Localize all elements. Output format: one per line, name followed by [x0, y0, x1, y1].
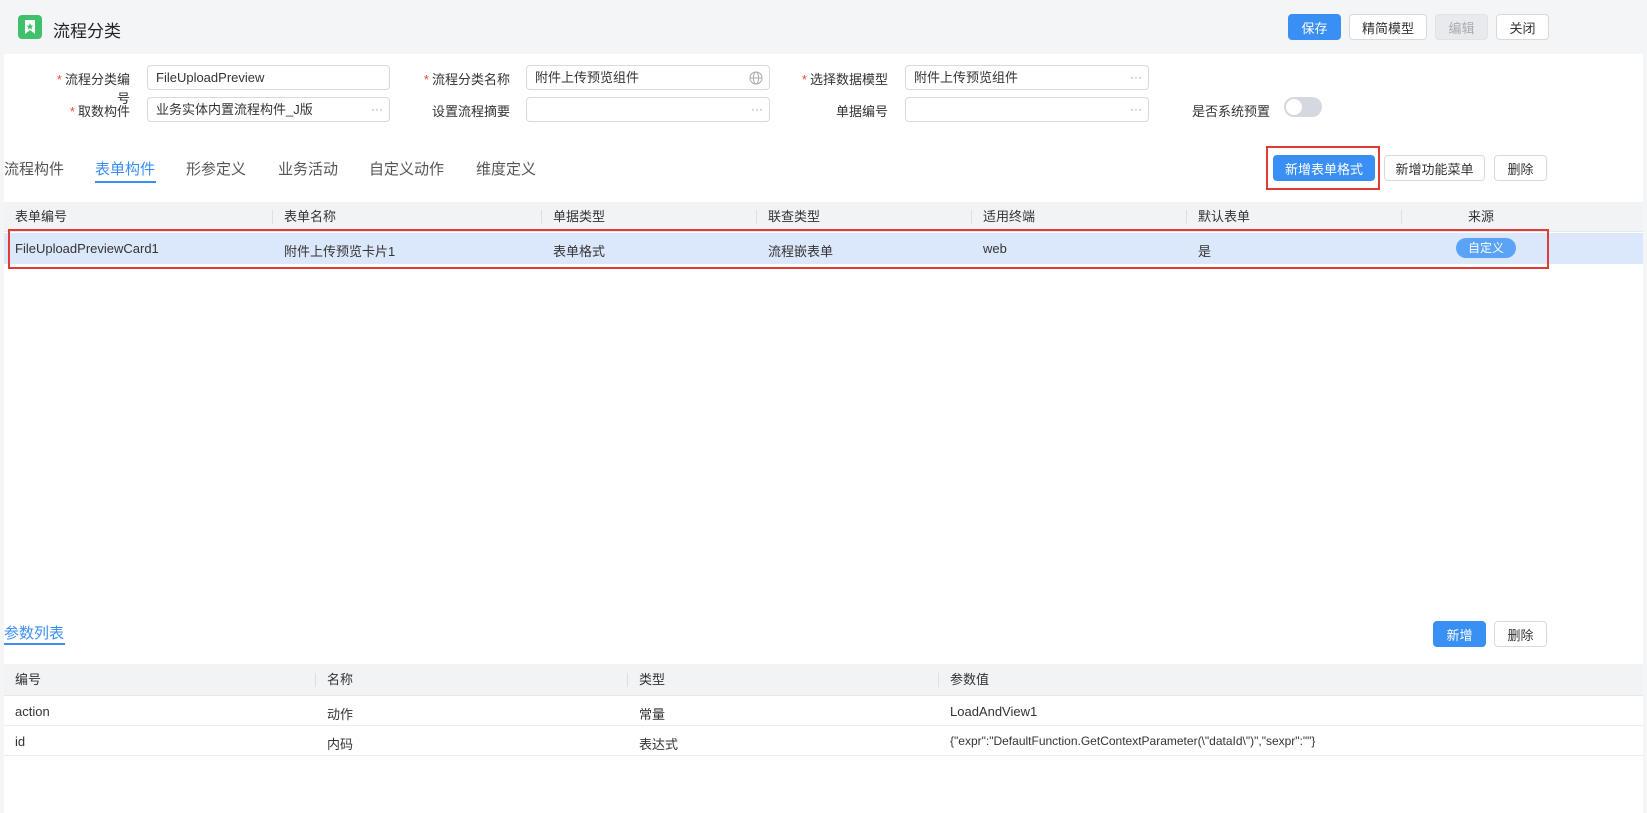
- delete-form-button[interactable]: 删除: [1494, 155, 1547, 181]
- more-icon[interactable]: ···: [1130, 98, 1142, 121]
- tab-flow-component[interactable]: 流程构件: [4, 158, 64, 179]
- fetch-component-value: 业务实体内置流程构件_J版: [156, 102, 313, 117]
- category-name-label: * 流程分类名称: [423, 72, 510, 87]
- param-code-cell: action: [15, 704, 50, 719]
- category-code-input[interactable]: FileUploadPreview: [147, 65, 390, 90]
- column-divider: [541, 210, 542, 224]
- title-bar: 流程分类 保存 精简模型 编辑 关闭: [0, 0, 1647, 54]
- column-divider: [1401, 210, 1402, 224]
- column-header: 联查类型: [768, 209, 821, 224]
- param-value-cell: {"expr":"DefaultFunction.GetContextParam…: [950, 734, 1316, 748]
- page-title: 流程分类: [53, 22, 121, 41]
- param-name-cell: 内码: [327, 737, 354, 752]
- column-divider: [1186, 210, 1187, 224]
- column-divider: [315, 673, 316, 687]
- system-preset-toggle[interactable]: [1284, 97, 1322, 117]
- active-tab-indicator: [95, 181, 156, 183]
- data-model-input[interactable]: 附件上传预览组件 ···: [905, 65, 1149, 90]
- column-divider: [971, 210, 972, 224]
- column-header: 类型: [639, 672, 666, 687]
- category-name-value: 附件上传预览组件: [535, 70, 640, 85]
- param-type-cell: 表达式: [639, 737, 679, 752]
- param-name-cell: 动作: [327, 707, 354, 722]
- column-divider: [272, 210, 273, 224]
- column-divider: [627, 673, 628, 687]
- highlight-box: [8, 229, 1549, 269]
- tab-param-definition[interactable]: 形参定义: [186, 158, 246, 179]
- data-model-value: 附件上传预览组件: [914, 70, 1019, 85]
- table-row[interactable]: id 内码 表达式 {"expr":"DefaultFunction.GetCo…: [4, 727, 1643, 756]
- column-divider: [756, 210, 757, 224]
- add-form-format-button[interactable]: 新增表单格式: [1273, 155, 1375, 181]
- tab-dimension-definition[interactable]: 维度定义: [476, 158, 536, 179]
- params-title-underline: [4, 643, 65, 645]
- more-icon[interactable]: ···: [371, 98, 383, 121]
- save-button[interactable]: 保存: [1288, 14, 1341, 40]
- column-header: 表单名称: [284, 209, 337, 224]
- column-header: 编号: [15, 672, 42, 687]
- category-name-input[interactable]: 附件上传预览组件: [526, 65, 770, 90]
- param-value-cell: LoadAndView1: [950, 704, 1038, 719]
- edit-button[interactable]: 编辑: [1435, 14, 1488, 40]
- tab-custom-action[interactable]: 自定义动作: [369, 158, 444, 179]
- flow-summary-label: 设置流程摘要: [431, 104, 510, 119]
- bookmark-icon: [18, 15, 42, 39]
- column-header: 来源: [1468, 209, 1495, 224]
- column-divider: [938, 673, 939, 687]
- column-header: 参数值: [950, 672, 990, 687]
- params-table-header: 编号 名称 类型 参数值: [4, 664, 1643, 696]
- delete-param-button[interactable]: 删除: [1494, 621, 1547, 647]
- column-header: 单据类型: [553, 209, 606, 224]
- add-function-menu-button[interactable]: 新增功能菜单: [1384, 155, 1485, 181]
- toggle-knob: [1286, 99, 1302, 115]
- param-type-cell: 常量: [639, 707, 666, 722]
- form-table-header: 表单编号 表单名称 单据类型 联查类型 适用终端 默认表单 来源: [4, 202, 1643, 232]
- data-model-label: * 选择数据模型: [801, 72, 888, 87]
- column-header: 名称: [327, 672, 354, 687]
- tab-business-activity[interactable]: 业务活动: [278, 158, 338, 179]
- tab-form-component[interactable]: 表单构件: [95, 158, 155, 179]
- add-param-button[interactable]: 新增: [1433, 621, 1486, 647]
- fetch-component-input[interactable]: 业务实体内置流程构件_J版 ···: [147, 97, 390, 122]
- simplify-model-button[interactable]: 精简模型: [1349, 14, 1427, 40]
- close-button[interactable]: 关闭: [1496, 14, 1549, 40]
- globe-icon[interactable]: [749, 66, 763, 89]
- more-icon[interactable]: ···: [751, 98, 763, 121]
- flow-summary-input[interactable]: ···: [526, 97, 770, 122]
- column-header: 表单编号: [15, 209, 68, 224]
- more-icon[interactable]: ···: [1130, 66, 1142, 89]
- system-preset-label: 是否系统预置: [1191, 104, 1270, 119]
- doc-number-input[interactable]: ···: [905, 97, 1149, 122]
- main-panel: * 流程分类编号 FileUploadPreview * 流程分类名称 附件上传预览…: [4, 54, 1643, 813]
- param-code-cell: id: [15, 734, 26, 749]
- params-section-title[interactable]: 参数列表: [4, 622, 64, 643]
- column-header: 默认表单: [1198, 209, 1251, 224]
- column-header: 适用终端: [983, 209, 1036, 224]
- table-row[interactable]: action 动作 常量 LoadAndView1: [4, 697, 1643, 726]
- doc-number-label: 单据编号: [835, 104, 888, 119]
- fetch-component-label: * 取数构件: [69, 104, 130, 119]
